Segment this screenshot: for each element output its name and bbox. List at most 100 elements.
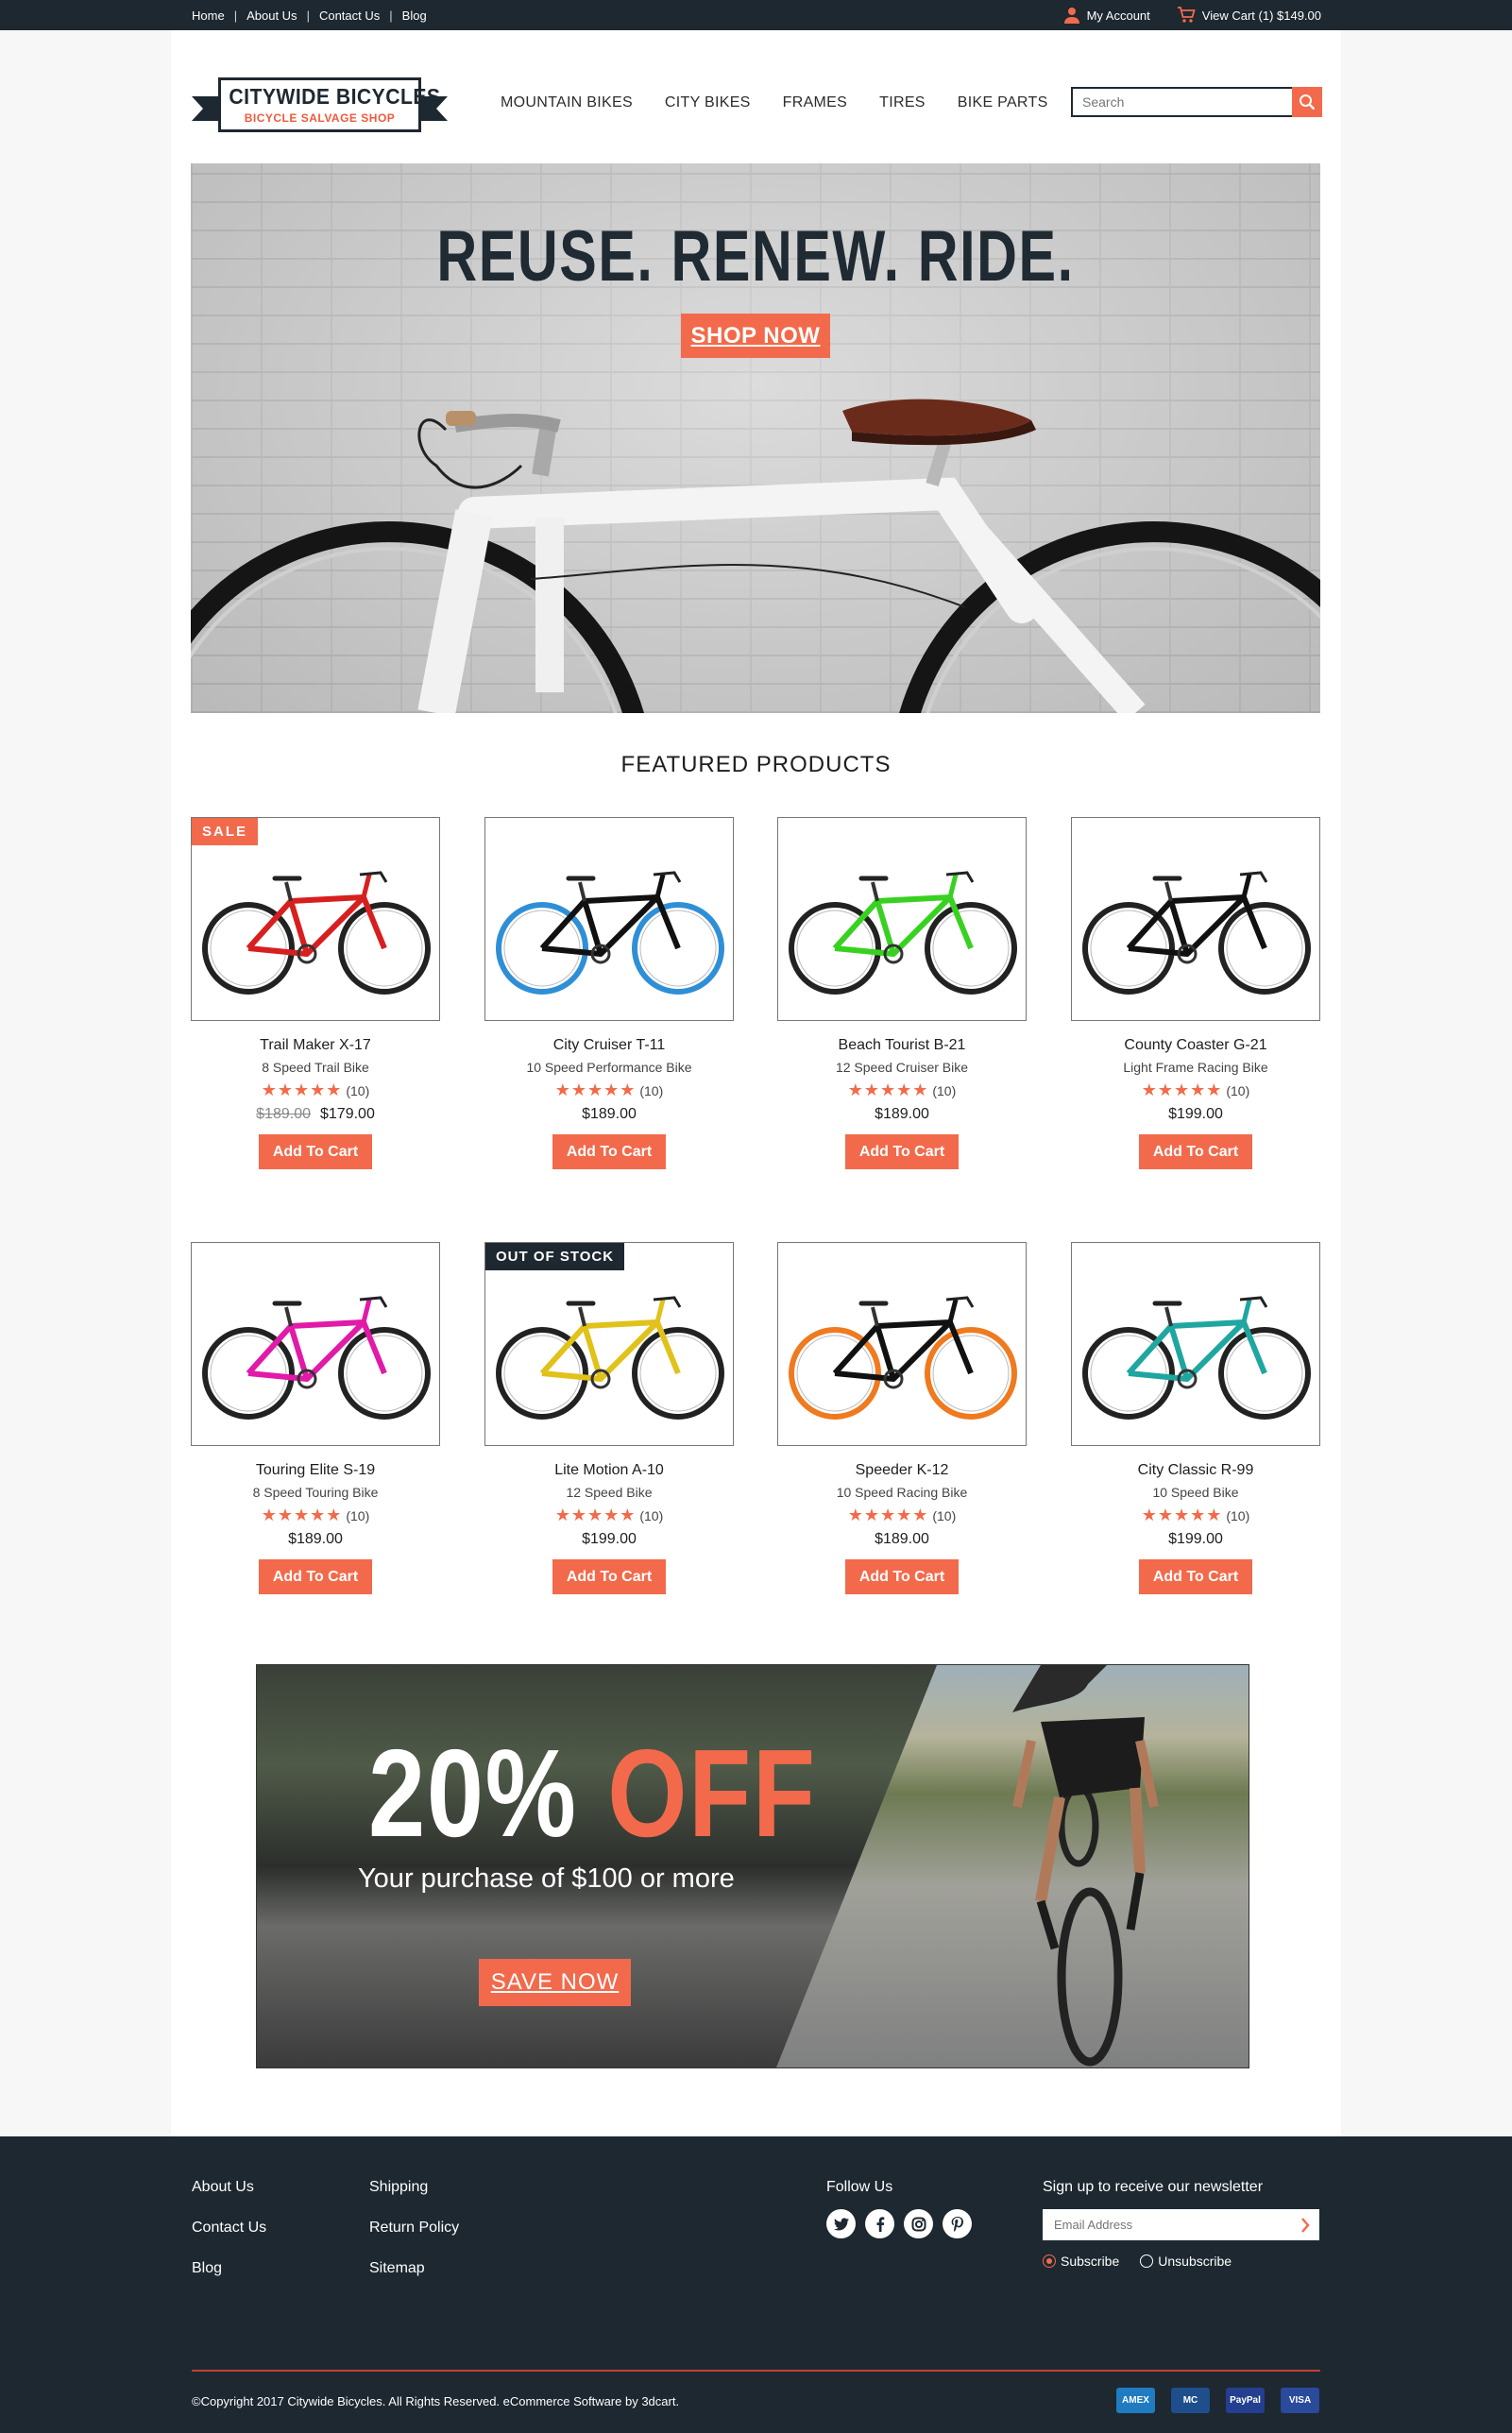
footer-link-contact[interactable]: Contact Us [192, 2220, 266, 2237]
product-card[interactable]: Speeder K-12 10 Speed Racing Bike ★★★★★ … [777, 1242, 1027, 1594]
product-price: $189.00 [288, 1531, 343, 1547]
review-count: (10) [639, 1508, 664, 1523]
nav-city-bikes[interactable]: CITY BIKES [665, 94, 751, 111]
footer-link-blog[interactable]: Blog [192, 2260, 266, 2277]
follow-us-label: Follow Us [826, 2179, 893, 2195]
product-image[interactable] [191, 1242, 440, 1446]
star-rating-icon: ★★★★★ [847, 1506, 929, 1524]
out-of-stock-badge: OUT OF STOCK [485, 1243, 625, 1270]
product-price-row: $189.00 [777, 1531, 1027, 1548]
unsubscribe-option[interactable]: Unsubscribe [1140, 2254, 1232, 2269]
product-image[interactable] [484, 817, 734, 1021]
bicycle-image [202, 871, 431, 995]
bicycle-image [496, 1296, 724, 1420]
product-card[interactable]: Beach Tourist B-21 12 Speed Cruiser Bike… [777, 817, 1027, 1169]
bicycle-image [496, 871, 724, 995]
top-link-blog[interactable]: Blog [402, 9, 427, 23]
footer-link-shipping[interactable]: Shipping [369, 2179, 459, 2196]
featured-products-title: FEATURED PRODUCTS [620, 752, 892, 777]
product-name[interactable]: Beach Tourist B-21 [777, 1037, 1027, 1054]
product-rating: ★★★★★ (10) [1071, 1080, 1320, 1100]
footer-links-col1: About Us Contact Us Blog [192, 2179, 266, 2301]
product-card[interactable]: SALE Trail Maker X-17 8 Speed Trail Bike… [191, 817, 440, 1169]
product-name[interactable]: Touring Elite S-19 [191, 1462, 440, 1479]
top-link-contact[interactable]: Contact Us [319, 9, 380, 23]
add-to-cart-button[interactable]: Add To Cart [552, 1134, 666, 1169]
pinterest-icon[interactable] [943, 2209, 972, 2238]
hero-banner: REUSE. RENEW. RIDE. SHOP NOW [191, 163, 1320, 713]
facebook-icon[interactable] [865, 2209, 894, 2238]
nav-tires[interactable]: TIRES [879, 94, 926, 111]
follow-us: Follow Us [826, 2179, 972, 2238]
product-name[interactable]: Lite Motion A-10 [484, 1462, 734, 1479]
shop-now-button[interactable]: SHOP NOW [681, 314, 830, 358]
add-to-cart-button[interactable]: Add To Cart [845, 1559, 959, 1594]
product-card[interactable]: City Classic R-99 10 Speed Bike ★★★★★ (1… [1071, 1242, 1320, 1594]
separator: | [233, 9, 238, 23]
add-to-cart-button[interactable]: Add To Cart [259, 1559, 372, 1594]
product-card[interactable]: County Coaster G-21 Light Frame Racing B… [1071, 817, 1320, 1169]
nav-bike-parts[interactable]: BIKE PARTS [958, 94, 1048, 111]
review-count: (10) [639, 1083, 664, 1098]
copyright: ©Copyright 2017 Citywide Bicycles. All R… [192, 2394, 680, 2408]
product-image[interactable]: OUT OF STOCK [484, 1242, 734, 1446]
product-image[interactable] [777, 817, 1027, 1021]
product-image[interactable] [777, 1242, 1027, 1446]
top-links: Home | About Us | Contact Us | Blog [192, 9, 427, 23]
product-subtitle: 10 Speed Racing Bike [836, 1485, 968, 1500]
promo-banner[interactable]: 20% OFF Your purchase of $100 or more SA… [256, 1664, 1249, 2068]
add-to-cart-button[interactable]: Add To Cart [259, 1134, 372, 1169]
product-name[interactable]: City Cruiser T-11 [484, 1037, 734, 1054]
top-link-about[interactable]: About Us [246, 9, 297, 23]
save-now-button[interactable]: SAVE NOW [479, 1959, 631, 2006]
add-to-cart-button[interactable]: Add To Cart [552, 1559, 666, 1594]
search-button[interactable] [1292, 87, 1322, 117]
promo-subtitle: Your purchase of $100 or more [358, 1863, 735, 1894]
subscribe-radio[interactable] [1043, 2254, 1056, 2268]
my-account-link[interactable]: My Account [1063, 7, 1150, 24]
newsletter: Sign up to receive our newsletter Subscr… [1043, 2179, 1319, 2269]
logo-tagline: BICYCLE SALVAGE SHOP [244, 111, 396, 125]
product-price-row: $199.00 [1071, 1531, 1320, 1548]
add-to-cart-button[interactable]: Add To Cart [845, 1134, 959, 1169]
product-name[interactable]: City Classic R-99 [1071, 1462, 1320, 1479]
product-image[interactable] [1071, 817, 1320, 1021]
product-price: $199.00 [1168, 1106, 1223, 1122]
footer-link-about[interactable]: About Us [192, 2179, 266, 2196]
payment-methods: AMEX MC PayPal VISA [1116, 2388, 1319, 2413]
newsletter-submit-button[interactable] [1291, 2209, 1319, 2240]
unsubscribe-radio[interactable] [1140, 2254, 1154, 2268]
product-name[interactable]: Trail Maker X-17 [191, 1037, 440, 1054]
product-image[interactable] [1071, 1242, 1320, 1446]
site-logo[interactable]: CITYWIDE BICYCLES BICYCLE SALVAGE SHOP [192, 77, 448, 134]
footer-link-sitemap[interactable]: Sitemap [369, 2260, 459, 2277]
subscribe-option[interactable]: Subscribe [1043, 2254, 1119, 2269]
product-image[interactable]: SALE [191, 817, 440, 1021]
view-cart-link[interactable]: View Cart (1) $149.00 [1177, 7, 1321, 24]
product-name[interactable]: Speeder K-12 [777, 1462, 1027, 1479]
review-count: (10) [1226, 1083, 1250, 1098]
product-price: $189.00 [582, 1106, 637, 1122]
nav-frames[interactable]: FRAMES [783, 94, 847, 111]
subscribe-label: Subscribe [1061, 2254, 1120, 2269]
product-card[interactable]: City Cruiser T-11 10 Speed Performance B… [484, 817, 734, 1169]
payment-amex-icon: AMEX [1116, 2388, 1155, 2413]
search-input[interactable] [1073, 89, 1290, 115]
add-to-cart-button[interactable]: Add To Cart [1139, 1559, 1252, 1594]
product-card[interactable]: OUT OF STOCK Lite Motion A-10 12 Speed B… [484, 1242, 734, 1594]
email-field[interactable] [1043, 2209, 1279, 2240]
product-card[interactable]: Touring Elite S-19 8 Speed Touring Bike … [191, 1242, 440, 1594]
add-to-cart-button[interactable]: Add To Cart [1139, 1134, 1252, 1169]
twitter-icon[interactable] [826, 2209, 856, 2238]
product-name[interactable]: County Coaster G-21 [1071, 1037, 1320, 1054]
product-subtitle: 8 Speed Touring Bike [252, 1485, 379, 1500]
footer-link-return-policy[interactable]: Return Policy [369, 2220, 459, 2237]
product-rating: ★★★★★ (10) [484, 1080, 734, 1100]
nav-mountain-bikes[interactable]: MOUNTAIN BIKES [501, 94, 633, 111]
logo-name: CITYWIDE BICYCLES [229, 84, 441, 109]
top-link-home[interactable]: Home [192, 9, 225, 23]
product-rating: ★★★★★ (10) [1071, 1506, 1320, 1525]
product-subtitle: 10 Speed Bike [1152, 1485, 1239, 1500]
bicycle-image [202, 1296, 431, 1420]
instagram-icon[interactable] [904, 2209, 933, 2238]
